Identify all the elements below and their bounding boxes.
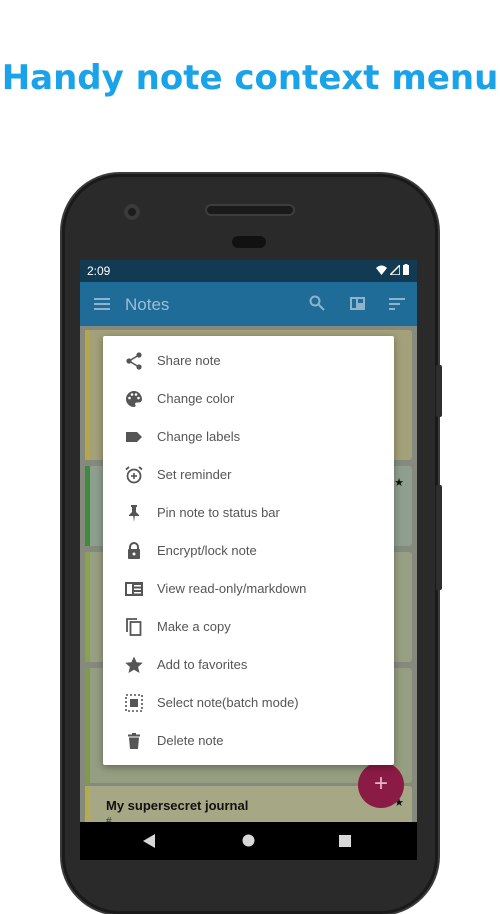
headline: Handy note context menu <box>1 58 499 98</box>
menu-item-label: Change color <box>157 391 235 406</box>
note-context-menu: Share note Change color Change labels Se… <box>103 336 394 765</box>
menu-item-change-labels[interactable]: Change labels <box>103 418 394 456</box>
menu-item-label: Pin note to status bar <box>157 505 280 520</box>
menu-item-label: Make a copy <box>157 619 231 634</box>
palette-icon <box>126 391 142 407</box>
menu-item-change-color[interactable]: Change color <box>103 380 394 418</box>
menu-item-label: Delete note <box>157 733 224 748</box>
menu-item-label: View read-only/markdown <box>157 581 307 596</box>
menu-item-label: Add to favorites <box>157 657 248 672</box>
note-title: My supersecret journal <box>106 798 249 813</box>
menu-item-set-reminder[interactable]: Set reminder <box>103 456 394 494</box>
home-icon[interactable] <box>242 834 255 847</box>
add-note-fab[interactable]: + <box>358 762 404 808</box>
system-nav-bar <box>80 822 417 860</box>
earpiece-speaker <box>207 206 293 214</box>
copy-icon <box>126 618 142 636</box>
status-time: 2:09 <box>87 264 111 278</box>
status-bar: 2:09 <box>80 260 417 282</box>
sensor-slot <box>232 236 266 248</box>
toolbar-title: Notes <box>125 295 170 314</box>
favorite-star-icon: ★ <box>394 477 404 489</box>
sort-icon[interactable] <box>389 298 405 310</box>
wifi-icon <box>376 265 387 275</box>
back-icon[interactable] <box>143 834 155 848</box>
menu-item-label: Change labels <box>157 429 241 444</box>
pin-icon <box>129 505 139 522</box>
search-icon[interactable] <box>309 295 325 311</box>
menu-item-make-copy[interactable]: Make a copy <box>103 608 394 646</box>
trash-icon <box>128 733 140 749</box>
select-icon <box>125 694 143 712</box>
menu-item-label: Select note(batch mode) <box>157 695 299 710</box>
read-view-icon <box>125 582 143 596</box>
menu-item-add-favorites[interactable]: Add to favorites <box>103 646 394 684</box>
volume-button <box>436 485 442 590</box>
power-button <box>436 365 442 417</box>
recents-icon[interactable] <box>339 835 351 847</box>
menu-item-delete[interactable]: Delete note <box>103 722 394 760</box>
view-layout-icon[interactable] <box>350 297 365 310</box>
menu-icon[interactable] <box>94 298 110 310</box>
phone-screen: 2:09 Notes ★ My supersecret journal #... <box>80 260 417 860</box>
front-camera <box>124 204 140 220</box>
menu-item-read-only[interactable]: View read-only/markdown <box>103 570 394 608</box>
label-icon <box>126 432 142 442</box>
menu-item-label: Encrypt/lock note <box>157 543 257 558</box>
lock-icon <box>128 542 140 559</box>
menu-item-select-batch[interactable]: Select note(batch mode) <box>103 684 394 722</box>
alarm-add-icon <box>125 466 143 484</box>
star-icon <box>125 656 143 673</box>
battery-icon <box>403 264 409 275</box>
menu-item-label: Set reminder <box>157 467 232 482</box>
signal-icon <box>390 264 400 275</box>
menu-item-label: Share note <box>157 353 221 368</box>
menu-item-share[interactable]: Share note <box>103 342 394 380</box>
app-toolbar: Notes <box>80 282 417 326</box>
menu-item-pin-status-bar[interactable]: Pin note to status bar <box>103 494 394 532</box>
menu-item-encrypt-lock[interactable]: Encrypt/lock note <box>103 532 394 570</box>
share-icon <box>126 352 142 370</box>
